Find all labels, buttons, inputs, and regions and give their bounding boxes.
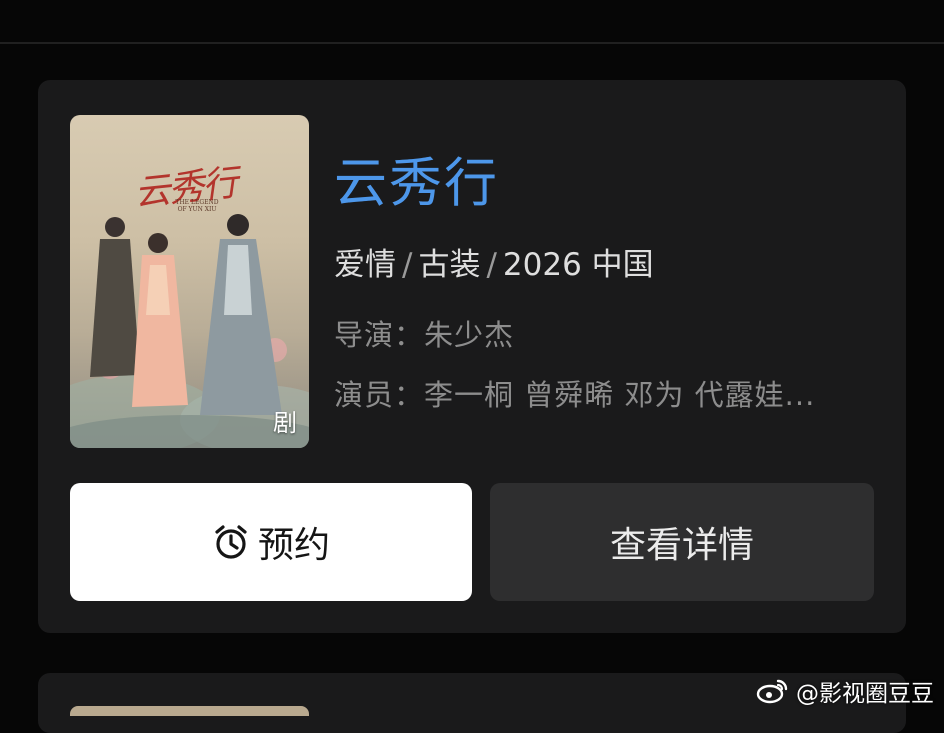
watermark: @影视圈豆豆 [756,674,934,708]
show-title[interactable]: 云秀行 [334,152,499,216]
meta-separator: / [402,247,413,283]
genre-tag: 爱情 [334,247,396,283]
show-card[interactable]: 云秀行 THE LEGEND OF YUN XIU 剧 云秀行 爱情 / 古装/20… [38,80,906,633]
director-label: 导演： [334,318,425,352]
show-meta: 爱情 / 古装/2026 中国 [334,245,654,285]
watermark-text: @影视圈豆豆 [796,681,934,707]
year-region: 2026 中国 [502,247,654,283]
meta-separator: / [486,247,497,283]
cast-line: 演员：李一桐 曾舜晞 邓为 代露娃... [334,375,815,415]
view-details-label: 查看详情 [609,525,754,566]
weibo-icon [756,679,788,704]
cast-names: 李一桐 曾舜晞 邓为 代露娃... [424,378,816,412]
director-name: 朱少杰 [424,318,515,352]
view-details-button[interactable]: 查看详情 [490,483,874,601]
alarm-clock-icon [215,525,247,559]
director-line: 导演：朱少杰 [334,315,514,355]
cast-label: 演员： [334,378,425,412]
genre-tag: 古装 [418,247,481,283]
poster-type-badge: 剧 [273,409,297,437]
top-divider [0,42,944,44]
show-poster[interactable]: 云秀行 THE LEGEND OF YUN XIU 剧 [70,115,309,448]
reserve-button-label: 预约 [257,525,330,566]
poster-subtitle: THE LEGEND OF YUN XIU [175,199,219,213]
reserve-button[interactable]: 预约 [70,483,472,601]
